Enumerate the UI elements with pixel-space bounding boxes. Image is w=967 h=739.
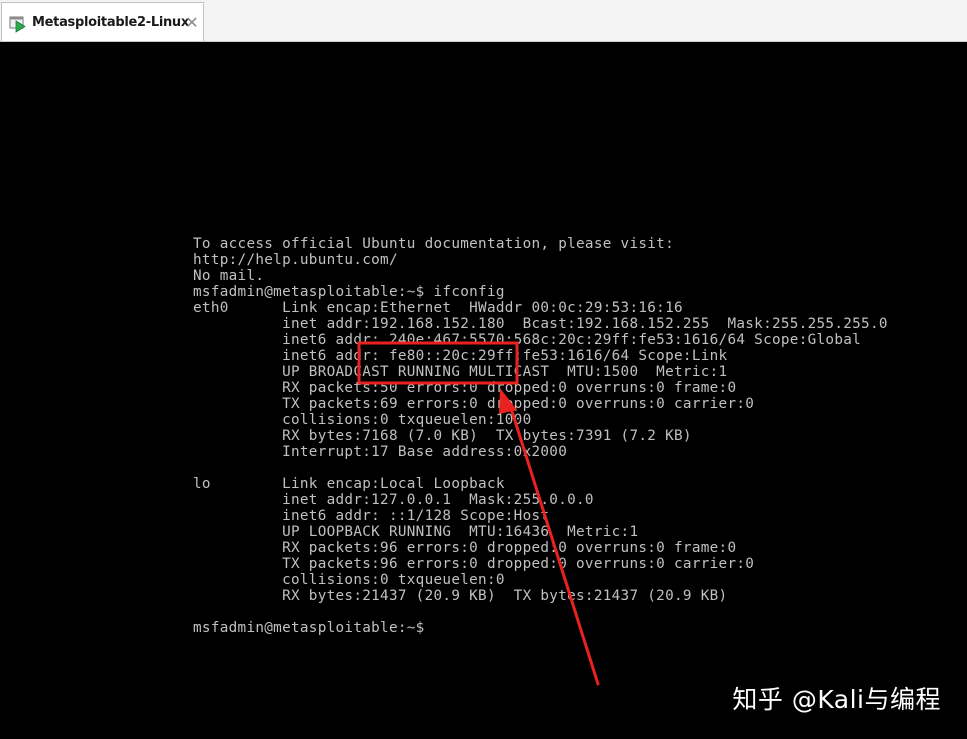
terminal-line: msfadmin@metasploitable:~$ (193, 620, 425, 636)
terminal-line: http://help.ubuntu.com/ (193, 252, 398, 268)
terminal-line: RX packets:96 errors:0 dropped:0 overrun… (193, 540, 737, 556)
vm-play-icon (9, 15, 27, 33)
tab-metasploitable2-linux[interactable]: Metasploitable2-Linux ✕ (1, 2, 204, 41)
vm-tab-bar: Metasploitable2-Linux ✕ (0, 0, 967, 42)
terminal-line: RX bytes:7168 (7.0 KB) TX bytes:7391 (7.… (193, 428, 692, 444)
terminal-line: TX packets:69 errors:0 dropped:0 overrun… (193, 396, 755, 412)
terminal-line: collisions:0 txqueuelen:0 (193, 572, 505, 588)
terminal-line: TX packets:96 errors:0 dropped:0 overrun… (193, 556, 755, 572)
watermark: 知乎 @Kali与编程 (732, 685, 941, 714)
terminal-line: inet addr:192.168.152.180 Bcast:192.168.… (193, 316, 888, 332)
terminal-line: No mail. (193, 268, 265, 284)
close-icon[interactable]: ✕ (182, 13, 202, 33)
terminal-line: RX packets:50 errors:0 dropped:0 overrun… (193, 380, 737, 396)
terminal-line: UP LOOPBACK RUNNING MTU:16436 Metric:1 (193, 524, 639, 540)
terminal-line: To access official Ubuntu documentation,… (193, 236, 675, 252)
tab-title: Metasploitable2-Linux (32, 15, 189, 30)
terminal-line: eth0 Link encap:Ethernet HWaddr 00:0c:29… (193, 300, 683, 316)
terminal-line: collisions:0 txqueuelen:1000 (193, 412, 532, 428)
terminal-line: inet addr:127.0.0.1 Mask:255.0.0.0 (193, 492, 594, 508)
terminal-line: UP BROADCAST RUNNING MULTICAST MTU:1500 … (193, 364, 728, 380)
terminal-line: RX bytes:21437 (20.9 KB) TX bytes:21437 … (193, 588, 728, 604)
terminal-line: msfadmin@metasploitable:~$ ifconfig (193, 284, 505, 300)
terminal-line: inet6 addr: fe80::20c:29ff:fe53:1616/64 … (193, 348, 728, 364)
terminal-line: inet6 addr: ::1/128 Scope:Host (193, 508, 550, 524)
terminal-line: lo Link encap:Local Loopback (193, 476, 505, 492)
terminal-line: Interrupt:17 Base address:0x2000 (193, 444, 568, 460)
terminal-output: To access official Ubuntu documentation,… (193, 236, 888, 636)
terminal-line: inet6 addr: 240e:467:5570:568c:20c:29ff:… (193, 332, 862, 348)
